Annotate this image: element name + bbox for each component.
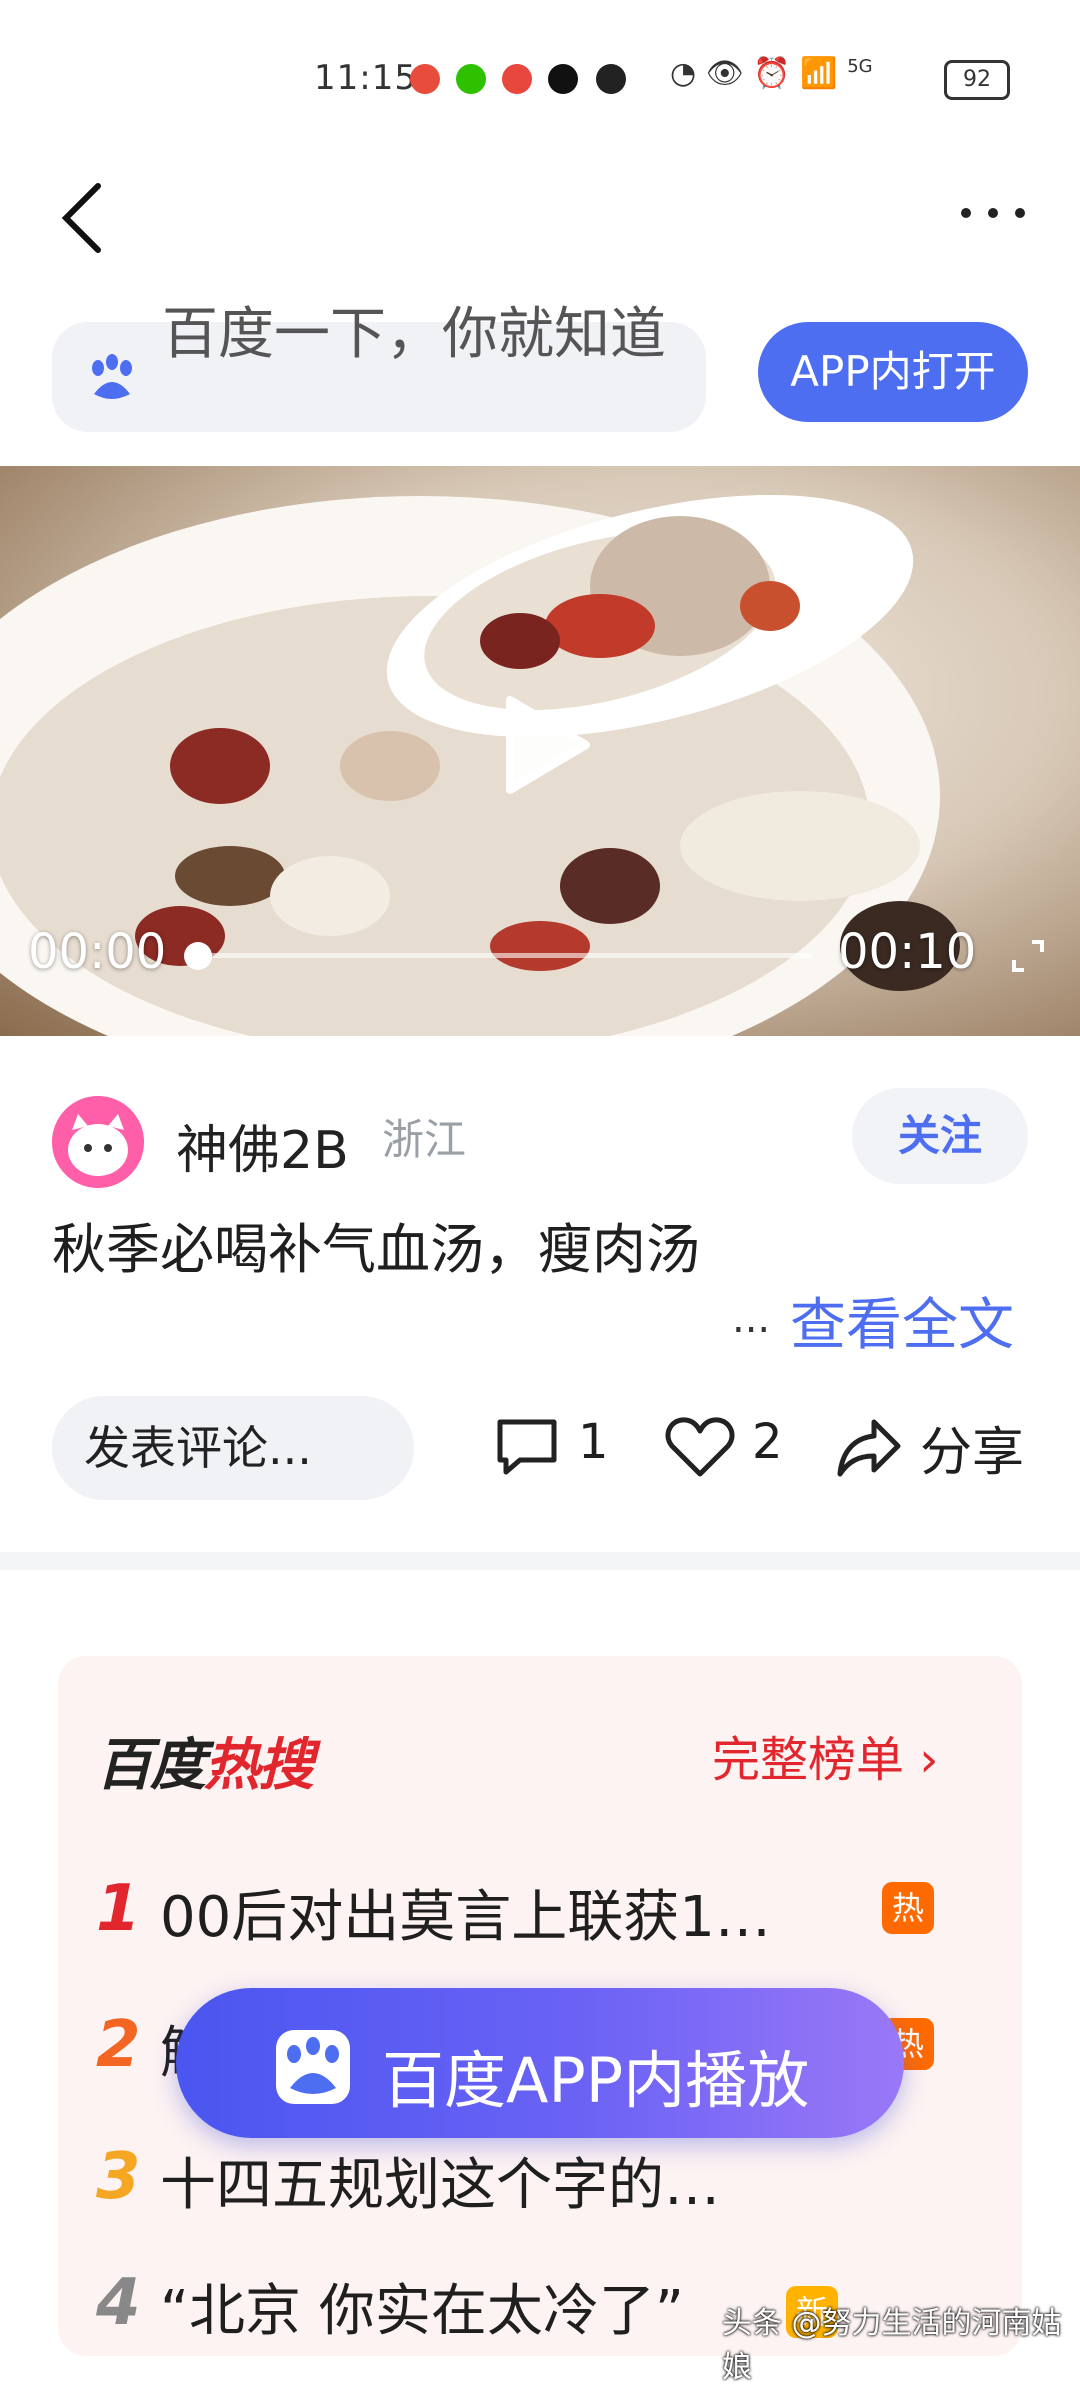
baidu-app-icon xyxy=(276,2030,350,2104)
author-name[interactable]: 神佛2B xyxy=(176,1108,349,1183)
nfc-icon: ◔ xyxy=(670,56,697,91)
signal-label: 5G xyxy=(847,56,873,77)
eye-icon: 👁 xyxy=(705,56,744,91)
heart-icon[interactable] xyxy=(664,1414,736,1480)
news-app-icon xyxy=(596,64,626,94)
status-time: 11:15 xyxy=(314,58,417,98)
video-progress-bar[interactable] xyxy=(196,953,812,958)
full-list-link[interactable]: 完整榜单 › xyxy=(712,1720,938,1790)
play-icon[interactable] xyxy=(496,690,596,800)
author-location: 浙江 xyxy=(382,1115,467,1164)
avatar[interactable] xyxy=(52,1096,144,1188)
more-dots-icon[interactable] xyxy=(958,198,1028,228)
hot-logo-part1: 百度 xyxy=(96,1733,206,1798)
system-icons: ◔ 👁 ⏰ 📶 5G xyxy=(670,56,873,91)
comment-input[interactable]: 发表评论... xyxy=(52,1396,414,1500)
post-title: 秋季必喝补气血汤，瘦肉汤 xyxy=(52,1218,700,1281)
hot-logo-part2: 热搜 xyxy=(204,1733,314,1798)
hot-list-item[interactable]: 3 十四五规划这个字的… xyxy=(96,2140,996,2240)
video-current-time: 00:00 xyxy=(28,924,167,980)
wifi-icon: 📶 xyxy=(800,56,838,91)
play-in-app-label[interactable]: 百度APP内播放 xyxy=(382,2030,809,2120)
like-count: 2 xyxy=(752,1414,783,1470)
hot-search-logo: 百度热搜 xyxy=(96,1720,314,1801)
share-icon[interactable] xyxy=(836,1414,902,1480)
app-notification-icon xyxy=(410,64,440,94)
tiktok-icon xyxy=(548,64,578,94)
hot-list-item[interactable]: 1 00后对出莫言上联获1… 热 xyxy=(96,1872,996,1972)
wechat-icon xyxy=(456,64,486,94)
video-total-time: 00:10 xyxy=(838,924,977,980)
heart-app-icon xyxy=(502,64,532,94)
baidu-paw-icon xyxy=(86,352,138,404)
hot-rank: 1 xyxy=(96,1872,141,1946)
hot-title: 十四五规划这个字的… xyxy=(160,2153,720,2218)
read-more-link[interactable]: 查看全文 xyxy=(790,1280,1014,1361)
open-in-app-button[interactable]: APP内打开 xyxy=(758,322,1028,422)
hot-rank: 3 xyxy=(96,2140,141,2214)
status-bar: 11:15 ◔ 👁 ⏰ 📶 5G 92 xyxy=(0,0,1080,160)
comment-icon[interactable] xyxy=(494,1414,560,1480)
video-progress-knob[interactable] xyxy=(184,942,212,970)
hot-rank: 4 xyxy=(96,2266,141,2340)
section-divider xyxy=(0,1552,1080,1570)
battery-icon: 92 xyxy=(944,60,1010,100)
alarm-icon: ⏰ xyxy=(753,56,791,91)
hot-rank: 2 xyxy=(96,2008,141,2082)
watermark: 头条 @努力生活的河南姑娘 xyxy=(722,2306,1062,2385)
title-ellipsis: ... xyxy=(732,1296,771,1342)
hot-badge: 热 xyxy=(882,1882,934,1934)
search-placeholder[interactable]: 百度一下，你就知道 xyxy=(162,300,682,370)
share-label[interactable]: 分享 xyxy=(920,1410,1024,1485)
follow-button[interactable]: 关注 xyxy=(852,1088,1028,1184)
back-chevron-icon[interactable] xyxy=(58,178,118,258)
fullscreen-icon[interactable] xyxy=(1010,938,1046,974)
comment-count: 1 xyxy=(578,1414,609,1470)
hot-title: 00后对出莫言上联获1… xyxy=(160,1885,771,1950)
